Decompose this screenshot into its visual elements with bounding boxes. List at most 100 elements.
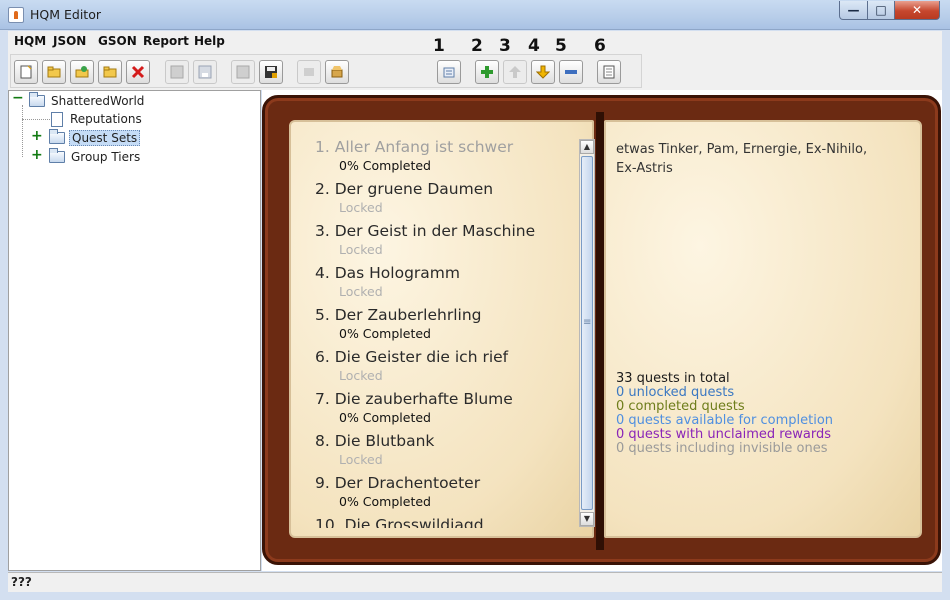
collapse-icon[interactable]: − bbox=[12, 90, 24, 106]
quest-set-title[interactable]: 1. Aller Anfang ist schwer bbox=[315, 138, 513, 156]
toolbar-group bbox=[10, 54, 642, 88]
add-button[interactable] bbox=[475, 60, 499, 84]
quest-set-status: Locked bbox=[339, 368, 383, 383]
scroll-thumb[interactable] bbox=[581, 156, 593, 510]
new-file-button[interactable] bbox=[14, 60, 38, 84]
tree-root-label: ShatteredWorld bbox=[51, 94, 145, 108]
open-gson-button[interactable] bbox=[98, 60, 122, 84]
book-spine bbox=[596, 112, 604, 550]
menu-gson[interactable]: GSON bbox=[98, 34, 137, 48]
tree-line bbox=[22, 105, 23, 157]
toolbar bbox=[8, 52, 942, 90]
close-file-button[interactable] bbox=[126, 60, 150, 84]
annotation-number-3: 3 bbox=[499, 36, 511, 56]
quest-stat-line: 0 completed quests bbox=[616, 399, 745, 414]
close-icon: ✕ bbox=[911, 3, 923, 17]
edit-button[interactable] bbox=[437, 60, 461, 84]
quest-set-status: Locked bbox=[339, 200, 383, 215]
remove-button[interactable] bbox=[559, 60, 583, 84]
save-all-button[interactable] bbox=[259, 60, 283, 84]
quest-set-status: 0% Completed bbox=[339, 158, 431, 173]
tree-item-group-tiers[interactable]: Group Tiers bbox=[49, 148, 142, 166]
menu-hqm[interactable]: HQM bbox=[14, 34, 46, 48]
annotation-number-4: 4 bbox=[528, 36, 540, 56]
document-icon bbox=[603, 65, 615, 79]
quest-stat-line: 33 quests in total bbox=[616, 371, 730, 386]
minimize-icon: — bbox=[847, 3, 860, 17]
menu-json[interactable]: JSON bbox=[53, 34, 86, 48]
properties-button[interactable] bbox=[597, 60, 621, 84]
save-all-icon bbox=[265, 66, 277, 78]
annotation-number-5: 5 bbox=[555, 36, 567, 56]
save-as-button[interactable] bbox=[193, 60, 217, 84]
status-text: ??? bbox=[11, 575, 32, 589]
puzzle-button[interactable] bbox=[297, 60, 321, 84]
quest-set-status: 0% Completed bbox=[339, 410, 431, 425]
arrow-up-icon bbox=[509, 66, 521, 78]
edit-icon bbox=[443, 67, 455, 78]
maximize-button[interactable]: □ bbox=[867, 1, 895, 20]
folder-icon bbox=[49, 148, 65, 163]
quest-set-title[interactable]: 7. Die zauberhafte Blume bbox=[315, 390, 513, 408]
save-icon bbox=[236, 65, 250, 79]
quest-set-description-line2: Ex-Astris bbox=[616, 161, 673, 176]
move-up-button[interactable] bbox=[503, 60, 527, 84]
scroll-up-arrow[interactable]: ▲ bbox=[580, 140, 594, 154]
annotation-number-2: 2 bbox=[471, 36, 483, 56]
open-json-icon bbox=[75, 66, 89, 78]
tree-line bbox=[22, 119, 52, 120]
quest-set-title[interactable]: 2. Der gruene Daumen bbox=[315, 180, 493, 198]
expand-icon[interactable]: + bbox=[31, 128, 43, 144]
minimize-button[interactable]: — bbox=[839, 1, 868, 20]
quest-list-scrollbar[interactable]: ▲ ▼ bbox=[579, 139, 595, 527]
red-x-icon bbox=[131, 65, 145, 79]
folder-icon bbox=[49, 129, 65, 144]
quest-set-list: 1. Aller Anfang ist schwer 0% Completed 2.… bbox=[291, 122, 577, 528]
tree-item-quest-sets[interactable]: Quest Sets bbox=[49, 129, 141, 147]
close-window-button[interactable]: ✕ bbox=[894, 1, 940, 20]
quest-set-status: 0% Completed bbox=[339, 494, 431, 509]
quest-stat-line: 0 unlocked quests bbox=[616, 385, 735, 400]
tree-root[interactable]: ShatteredWorld bbox=[29, 92, 146, 110]
menu-help[interactable]: Help bbox=[194, 34, 225, 48]
save-json-button[interactable] bbox=[231, 60, 255, 84]
open-hqm-button[interactable] bbox=[42, 60, 66, 84]
tree-item-label: Quest Sets bbox=[69, 130, 141, 146]
quest-set-title[interactable]: 9. Der Drachentoeter bbox=[315, 474, 480, 492]
puzzle-icon bbox=[304, 68, 314, 76]
quest-set-title[interactable]: 6. Die Geister die ich rief bbox=[315, 348, 508, 366]
quest-set-title[interactable]: 3. Der Geist in der Maschine bbox=[315, 222, 535, 240]
scroll-down-arrow[interactable]: ▼ bbox=[580, 512, 594, 526]
document-icon bbox=[51, 111, 63, 127]
quest-set-title[interactable]: 4. Das Hologramm bbox=[315, 264, 460, 282]
menu-report[interactable]: Report bbox=[143, 34, 189, 48]
quest-stat-line: 0 quests including invisible ones bbox=[616, 441, 828, 456]
arrow-down-icon bbox=[536, 65, 550, 79]
quest-stat-line: 0 quests available for completion bbox=[616, 413, 834, 428]
open-folder-icon bbox=[47, 66, 61, 78]
quest-set-status: Locked bbox=[339, 242, 383, 257]
expand-icon[interactable]: + bbox=[31, 147, 43, 163]
annotation-number-6: 6 bbox=[594, 36, 606, 56]
book-left-page: 1. Aller Anfang ist schwer 0% Completed 2.… bbox=[289, 120, 595, 538]
open-json-button[interactable] bbox=[70, 60, 94, 84]
quest-set-status: Locked bbox=[339, 452, 383, 467]
save-button[interactable] bbox=[165, 60, 189, 84]
quest-set-status: 0% Completed bbox=[339, 326, 431, 341]
book-cover: 1. Aller Anfang ist schwer 0% Completed 2.… bbox=[262, 95, 941, 565]
new-file-icon bbox=[20, 65, 32, 79]
title-bar: HQM Editor — □ ✕ bbox=[0, 0, 950, 30]
open-folder-icon bbox=[103, 66, 117, 78]
move-down-button[interactable] bbox=[531, 60, 555, 84]
book-right-page: etwas Tinker, Pam, Ernergie, Ex-Nihilo, … bbox=[604, 120, 922, 538]
quest-set-title[interactable]: 8. Die Blutbank bbox=[315, 432, 434, 450]
window-title: HQM Editor bbox=[30, 7, 101, 22]
package-button[interactable] bbox=[325, 60, 349, 84]
quest-set-title[interactable]: 10. Die Grosswildjagd bbox=[315, 516, 484, 528]
quest-set-title[interactable]: 5. Der Zauberlehrling bbox=[315, 306, 482, 324]
quest-set-status: Locked bbox=[339, 284, 383, 299]
tree-item-reputations[interactable]: Reputations bbox=[51, 110, 144, 128]
package-icon bbox=[331, 66, 343, 78]
maximize-icon: □ bbox=[875, 3, 887, 17]
project-tree: − ShatteredWorld Reputations + Quest Set… bbox=[8, 90, 261, 571]
